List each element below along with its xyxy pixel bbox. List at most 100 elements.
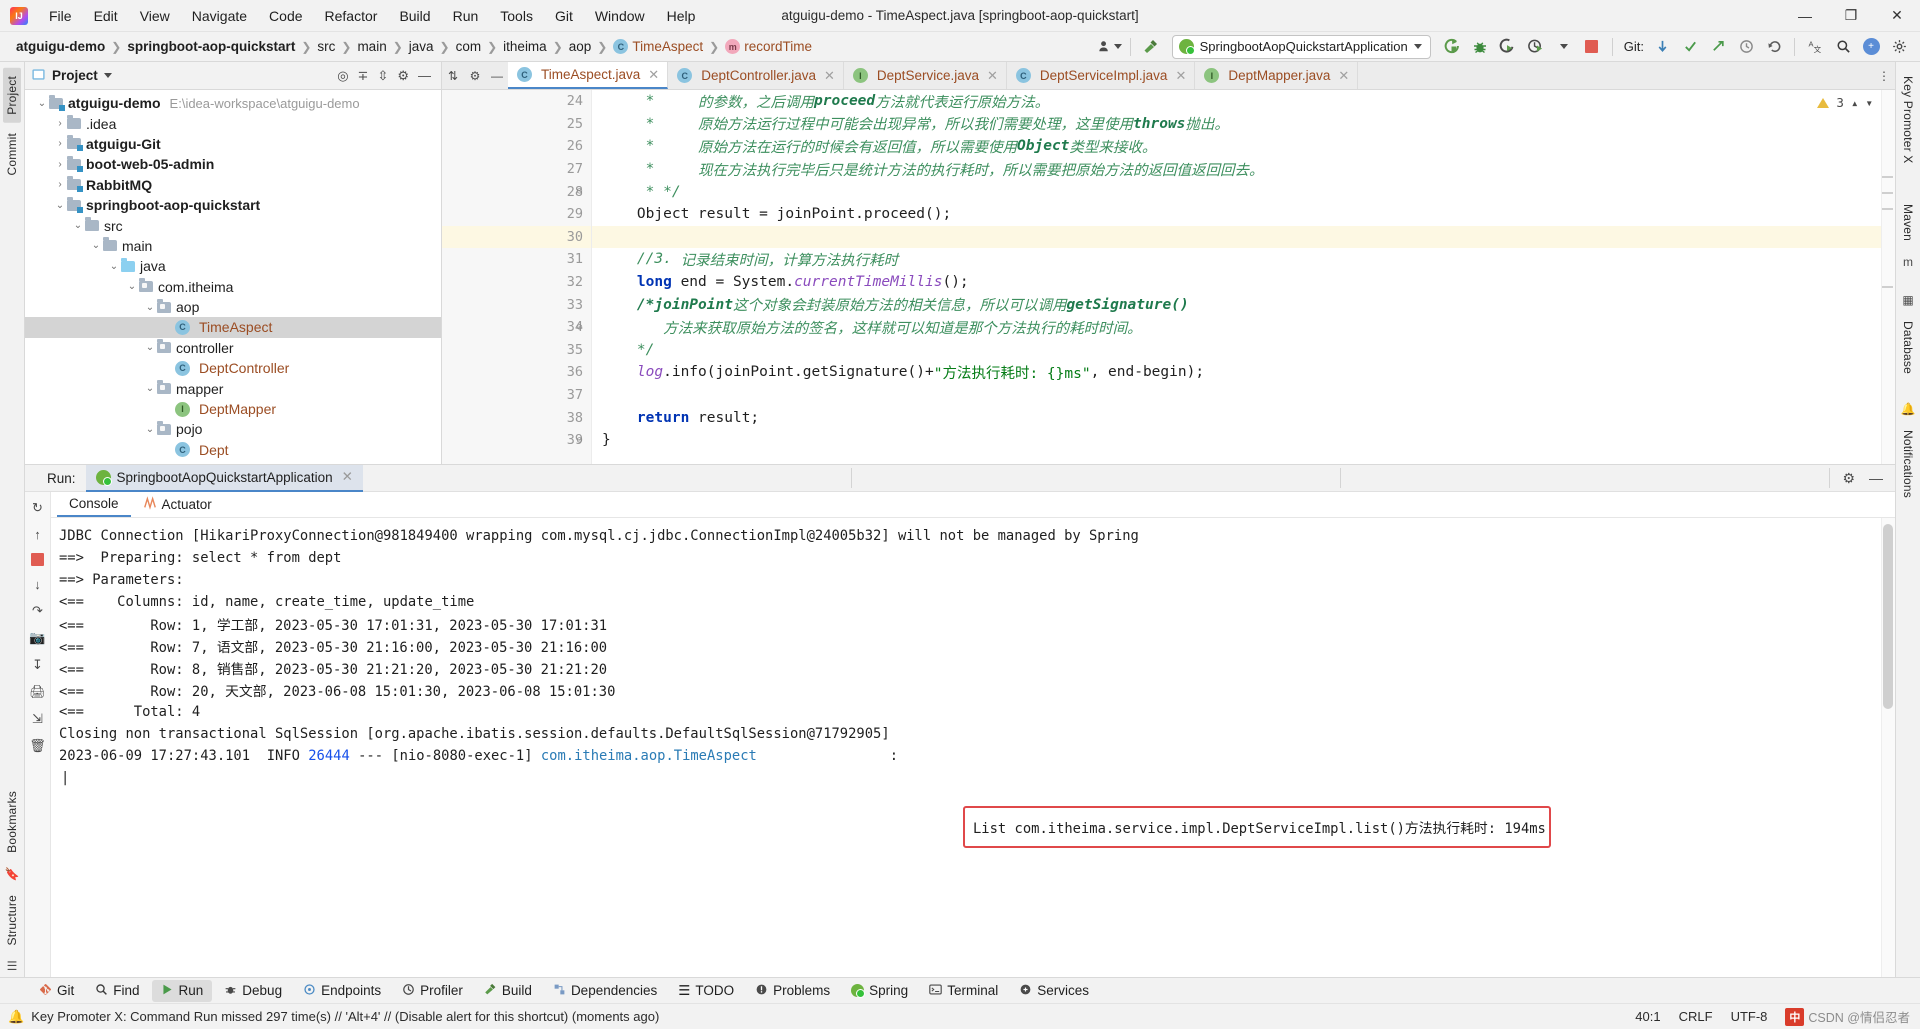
tool-window-project[interactable]: Project	[3, 68, 21, 123]
tool-window-database[interactable]: Database	[1899, 313, 1917, 382]
fold-icon[interactable]: ⊝	[574, 322, 585, 333]
menu-item-refactor[interactable]: Refactor	[314, 4, 389, 28]
close-icon[interactable]: ✕	[1175, 68, 1186, 84]
maximize-button[interactable]: ❐	[1828, 0, 1874, 32]
tree-item-atguigu-git[interactable]: › atguigu-Git	[25, 134, 441, 154]
bottom-tool-endpoints[interactable]: Endpoints	[294, 980, 390, 1002]
delete-icon[interactable]: 🗑	[29, 738, 46, 754]
subtab-actuator[interactable]: Actuator	[131, 492, 224, 517]
plugin-icon[interactable]: +	[1858, 35, 1884, 59]
editor-tab-deptservice[interactable]: I DeptService.java ✕	[844, 62, 1007, 89]
collapse-all-icon[interactable]: ∓	[358, 68, 369, 84]
chevron-down-icon[interactable]: ⌄	[143, 383, 157, 394]
chevron-down-icon[interactable]	[1551, 35, 1577, 59]
breadcrumb-java[interactable]: java	[405, 38, 438, 55]
close-icon[interactable]: ✕	[342, 469, 353, 485]
fold-icon[interactable]: ⊝	[574, 186, 585, 197]
camera-icon[interactable]: 📷	[29, 630, 45, 646]
breadcrumb-atguigu-demo[interactable]: atguigu-demo	[12, 38, 109, 55]
breadcrumb-springboot-aop-quickstart[interactable]: springboot-aop-quickstart	[123, 38, 299, 55]
tree-item-atguigu-demo[interactable]: ⌄ atguigu-demo E:\idea-workspace\atguigu…	[25, 93, 441, 113]
bottom-tool-spring[interactable]: Spring	[842, 980, 917, 1001]
scroll-up-icon[interactable]: ↑	[34, 527, 41, 542]
maven-icon[interactable]: m	[1903, 251, 1913, 273]
menu-item-tools[interactable]: Tools	[489, 4, 544, 28]
history-icon[interactable]	[1733, 35, 1759, 59]
close-icon[interactable]: ✕	[824, 68, 835, 84]
rerun-icon[interactable]: ↻	[32, 500, 43, 516]
editor-tab-deptmapper[interactable]: I DeptMapper.java ✕	[1195, 62, 1359, 89]
scroll-down-icon[interactable]: ↓	[34, 577, 41, 592]
tool-window-commit[interactable]: Commit	[3, 125, 21, 184]
subtab-console[interactable]: Console	[57, 492, 131, 517]
bottom-tool-problems[interactable]: Problems	[746, 980, 839, 1002]
more-tabs-icon[interactable]: ⋮	[1873, 62, 1895, 89]
chevron-down-icon[interactable]: ⌄	[107, 261, 121, 272]
chevron-down-icon[interactable]: ⌄	[143, 424, 157, 435]
tree-item-timeaspect[interactable]: C TimeAspect	[25, 317, 441, 338]
menu-item-edit[interactable]: Edit	[83, 4, 129, 28]
close-icon[interactable]: ✕	[1338, 68, 1349, 84]
menu-item-view[interactable]: View	[129, 4, 181, 28]
settings-icon[interactable]	[1886, 35, 1912, 59]
console-scrollbar[interactable]	[1881, 518, 1895, 977]
bottom-tool-find[interactable]: Find	[86, 980, 148, 1002]
fold-icon[interactable]: ⊝	[574, 435, 585, 446]
chevron-right-icon[interactable]: ›	[53, 118, 67, 129]
tool-window-structure[interactable]: Structure	[3, 887, 21, 954]
tree-item-src[interactable]: ⌄ src	[25, 215, 441, 235]
menu-item-help[interactable]: Help	[656, 4, 707, 28]
close-button[interactable]: ✕	[1874, 0, 1920, 32]
print-icon[interactable]: 🖨	[29, 684, 46, 700]
bottom-tool-terminal[interactable]: Terminal	[920, 980, 1007, 1002]
soft-wrap-icon[interactable]: ↷	[32, 603, 43, 619]
tree-item-deptmapper[interactable]: I DeptMapper	[25, 399, 441, 419]
sort-tabs-icon[interactable]: ⇅	[442, 62, 464, 89]
locate-icon[interactable]: ◎	[337, 68, 348, 84]
editor-gutter[interactable]: 24 25 26 27 28 29 30 31 32 33 34 35 36 3…	[442, 90, 592, 464]
chevron-right-icon[interactable]: ›	[53, 138, 67, 149]
inspection-widget[interactable]: 3 ▴ ▾	[1817, 95, 1873, 110]
chevron-down-icon[interactable]: ⌄	[143, 302, 157, 313]
file-encoding[interactable]: UTF-8	[1731, 1009, 1768, 1024]
tree-item-controller[interactable]: ⌄ controller	[25, 338, 441, 358]
bottom-tool-services[interactable]: Services	[1010, 980, 1098, 1002]
editor-tab-deptserviceimpl[interactable]: C DeptServiceImpl.java ✕	[1007, 62, 1196, 89]
menu-item-file[interactable]: File	[38, 4, 83, 28]
breadcrumb-itheima[interactable]: itheima	[499, 38, 551, 55]
bookmark-icon[interactable]: 🔖	[5, 863, 20, 885]
chevron-down-icon[interactable]: ▾	[1865, 95, 1873, 110]
run-icon[interactable]	[1439, 35, 1465, 59]
notification-icon[interactable]: 🔔	[8, 1009, 24, 1025]
code-editor[interactable]: 24 25 26 27 28 29 30 31 32 33 34 35 36 3…	[442, 90, 1895, 464]
bottom-tool-profiler[interactable]: Profiler	[393, 980, 472, 1002]
run-with-coverage-icon[interactable]	[1495, 35, 1521, 59]
profiler-icon[interactable]	[1523, 35, 1549, 59]
push-icon[interactable]	[1705, 35, 1731, 59]
line-separator[interactable]: CRLF	[1679, 1009, 1713, 1024]
tree-item-dept[interactable]: C Dept	[25, 440, 441, 460]
bottom-tool-git[interactable]: Git	[30, 980, 83, 1002]
breadcrumb-main[interactable]: main	[353, 38, 390, 55]
tool-window-bookmarks[interactable]: Bookmarks	[3, 783, 21, 861]
breadcrumb-timeaspect[interactable]: C TimeAspect	[609, 38, 707, 56]
breadcrumb-src[interactable]: src	[313, 38, 339, 55]
tree-item-boot-web-05-admin[interactable]: › boot-web-05-admin	[25, 154, 441, 174]
tree-item-pojo[interactable]: ⌄ pojo	[25, 419, 441, 439]
stop-icon[interactable]	[1579, 35, 1605, 59]
hide-icon[interactable]: —	[418, 68, 431, 83]
menu-item-git[interactable]: Git	[544, 4, 584, 28]
chevron-down-icon[interactable]: ⌄	[89, 240, 103, 251]
bottom-tool-dependencies[interactable]: Dependencies	[544, 980, 666, 1002]
editor-tab-timeaspect[interactable]: C TimeAspect.java ✕	[508, 62, 669, 89]
chevron-down-icon[interactable]: ⌄	[125, 281, 139, 292]
tree-item-deptcontroller[interactable]: C DeptController	[25, 358, 441, 378]
breadcrumb-recordtime[interactable]: m recordTime	[721, 38, 816, 56]
menu-item-run[interactable]: Run	[442, 4, 490, 28]
tree-item-com-itheima[interactable]: ⌄ com.itheima	[25, 277, 441, 297]
restore-icon[interactable]: ⇲	[32, 711, 43, 727]
bottom-tool-run[interactable]: Run	[151, 979, 213, 1002]
expand-icon[interactable]: ⇳	[377, 68, 388, 84]
minimize-button[interactable]: —	[1782, 0, 1828, 32]
console-output[interactable]: JDBC Connection [HikariProxyConnection@9…	[51, 518, 1895, 977]
